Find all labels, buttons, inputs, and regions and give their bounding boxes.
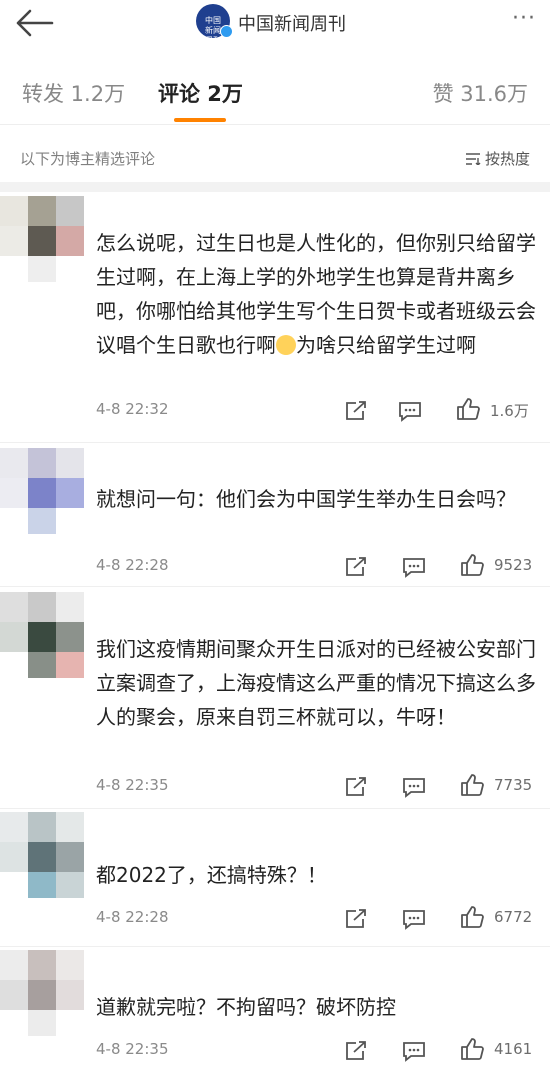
tab-likes[interactable]: 赞 31.6万 (433, 78, 528, 108)
comment-text: 怎么说呢，过生日也是人性化的，但你别只给留学生过啊，在上海上学的外地学生也算是背… (96, 231, 536, 357)
avatar[interactable] (0, 196, 90, 282)
page-title: 中国新闻周刊 (238, 14, 346, 35)
like-icon[interactable] (460, 774, 484, 796)
row-separator (0, 808, 550, 809)
comment-text: 道歉就完啦？不拘留吗？破坏防控 (96, 995, 396, 1019)
share-icon[interactable] (344, 400, 368, 422)
avatar[interactable] (0, 950, 90, 1036)
like-icon[interactable] (460, 554, 484, 576)
top-bar: 中国新闻周刊 中国新闻周刊 ··· (0, 0, 550, 46)
like-count: 1.6万 (490, 402, 529, 420)
comment-time: 4-8 22:35 (96, 1040, 169, 1058)
comment-text: 我们这疫情期间聚众开生日派对的已经被公安部门立案调查了，上海疫情这么严重的情况下… (96, 637, 536, 729)
comment-icon[interactable] (402, 1040, 426, 1062)
row-separator (0, 586, 550, 587)
sort-button[interactable]: 按热度 (465, 148, 530, 169)
comment-text: 就想问一句：他们会为中国学生举办生日会吗？ (96, 487, 516, 511)
like-icon[interactable] (460, 906, 484, 928)
comment-icon[interactable] (402, 908, 426, 930)
comment-time: 4-8 22:35 (96, 776, 169, 794)
like-icon[interactable] (456, 398, 480, 420)
tab-comments[interactable]: 评论 2万 (158, 78, 243, 108)
more-dots-icon[interactable]: ··· (512, 6, 536, 31)
like-count: 4161 (494, 1040, 533, 1058)
avatar[interactable] (0, 592, 90, 678)
featured-comments-hint: 以下为博主精选评论 (20, 150, 156, 168)
share-icon[interactable] (344, 1040, 368, 1062)
avatar[interactable] (0, 448, 90, 534)
sort-label: 按热度 (484, 150, 530, 168)
comment-icon[interactable] (402, 776, 426, 798)
smile-emoji-icon (276, 335, 296, 355)
like-count: 9523 (494, 556, 533, 574)
verified-badge-icon (220, 25, 233, 38)
divider (0, 124, 550, 125)
avatar[interactable] (0, 812, 90, 898)
tab-reposts[interactable]: 转发 1.2万 (22, 78, 125, 108)
share-icon[interactable] (344, 776, 368, 798)
back-arrow-icon[interactable] (14, 8, 54, 38)
like-icon[interactable] (460, 1038, 484, 1060)
like-count: 7735 (494, 776, 533, 794)
comment-time: 4-8 22:32 (96, 400, 169, 418)
comment-text: 都2022了，还搞特殊？！ (96, 863, 327, 887)
share-icon[interactable] (344, 556, 368, 578)
like-count: 6772 (494, 908, 533, 926)
sort-icon (465, 151, 481, 166)
section-separator (0, 182, 550, 192)
active-tab-indicator (174, 118, 226, 122)
tab-bar: 转发 1.2万 评论 2万 赞 31.6万 (0, 68, 550, 120)
row-separator (0, 442, 550, 443)
share-icon[interactable] (344, 908, 368, 930)
comment-time: 4-8 22:28 (96, 908, 169, 926)
comment-time: 4-8 22:28 (96, 556, 169, 574)
comment-icon[interactable] (402, 556, 426, 578)
row-separator (0, 946, 550, 947)
comment-icon[interactable] (398, 400, 422, 422)
